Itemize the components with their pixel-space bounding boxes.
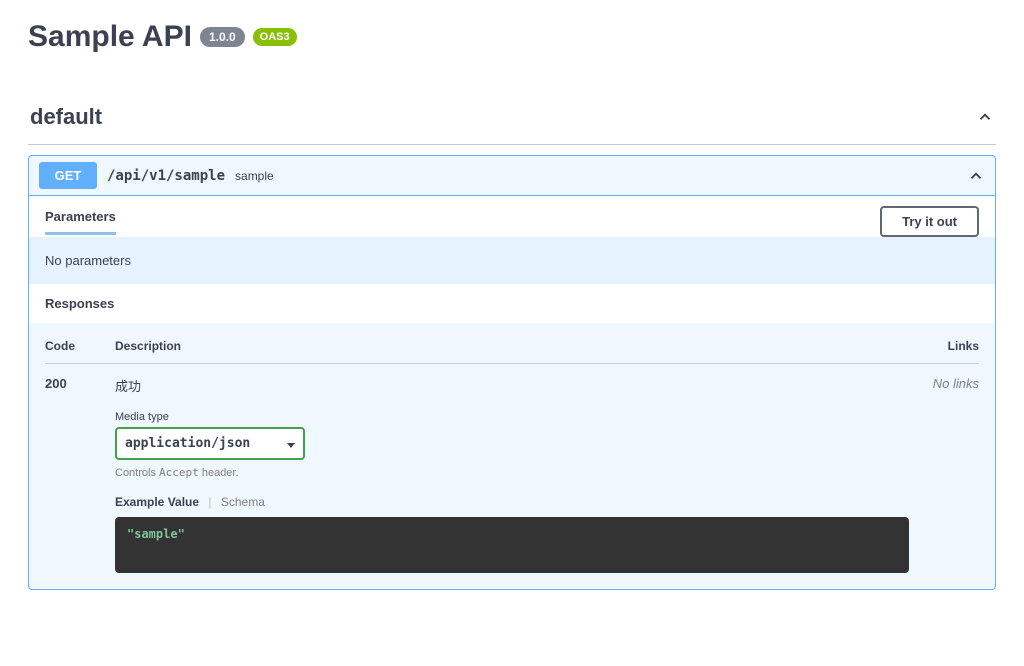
column-description: Description [115, 339, 919, 353]
operation-path: /api/v1/sample [107, 168, 225, 184]
parameters-header: Parameters Try it out [29, 196, 995, 237]
example-tabs: Example Value | Schema [115, 495, 909, 509]
response-links: No links [909, 376, 979, 573]
tag-section: default GET /api/v1/sample sample Parame… [28, 94, 996, 590]
example-code-block: "sample" [115, 517, 909, 573]
chevron-up-icon [967, 167, 985, 185]
tab-separator: | [208, 495, 211, 509]
operation-summary[interactable]: GET /api/v1/sample sample [29, 156, 995, 195]
version-badge: 1.0.0 [200, 27, 245, 47]
responses-header: Responses [29, 284, 995, 323]
media-type-select-wrap: application/json [115, 423, 305, 460]
parameters-label: Parameters [45, 209, 116, 235]
try-it-out-button[interactable]: Try it out [880, 206, 979, 237]
chevron-up-icon [976, 108, 994, 126]
responses-table-head: Code Description Links [45, 339, 979, 364]
responses-body: Code Description Links 200 成功 Media type… [29, 323, 995, 589]
response-description-text: 成功 [115, 376, 909, 395]
tag-name: default [30, 104, 102, 130]
operation-body: Parameters Try it out No parameters Resp… [29, 195, 995, 589]
accept-header-note: Controls Accept header. [115, 466, 909, 479]
api-title: Sample API [28, 20, 192, 54]
tag-header[interactable]: default [28, 94, 996, 145]
response-code: 200 [45, 376, 115, 573]
tab-schema[interactable]: Schema [221, 495, 265, 509]
api-header: Sample API 1.0.0 OAS3 [28, 20, 996, 54]
parameters-body: No parameters [29, 237, 995, 284]
column-links: Links [919, 339, 979, 353]
column-code: Code [45, 339, 115, 353]
tab-example-value[interactable]: Example Value [115, 495, 199, 509]
oas-badge: OAS3 [253, 28, 297, 46]
operation-block: GET /api/v1/sample sample Parameters Try… [28, 155, 996, 590]
no-parameters-text: No parameters [45, 253, 131, 268]
http-method-badge: GET [39, 162, 97, 189]
responses-label: Responses [45, 296, 114, 311]
response-row: 200 成功 Media type application/json Contr… [45, 364, 979, 573]
operation-description: sample [235, 169, 274, 183]
response-description-cell: 成功 Media type application/json Controls … [115, 376, 909, 573]
media-type-select[interactable]: application/json [115, 427, 305, 460]
media-type-label: Media type [115, 411, 909, 423]
